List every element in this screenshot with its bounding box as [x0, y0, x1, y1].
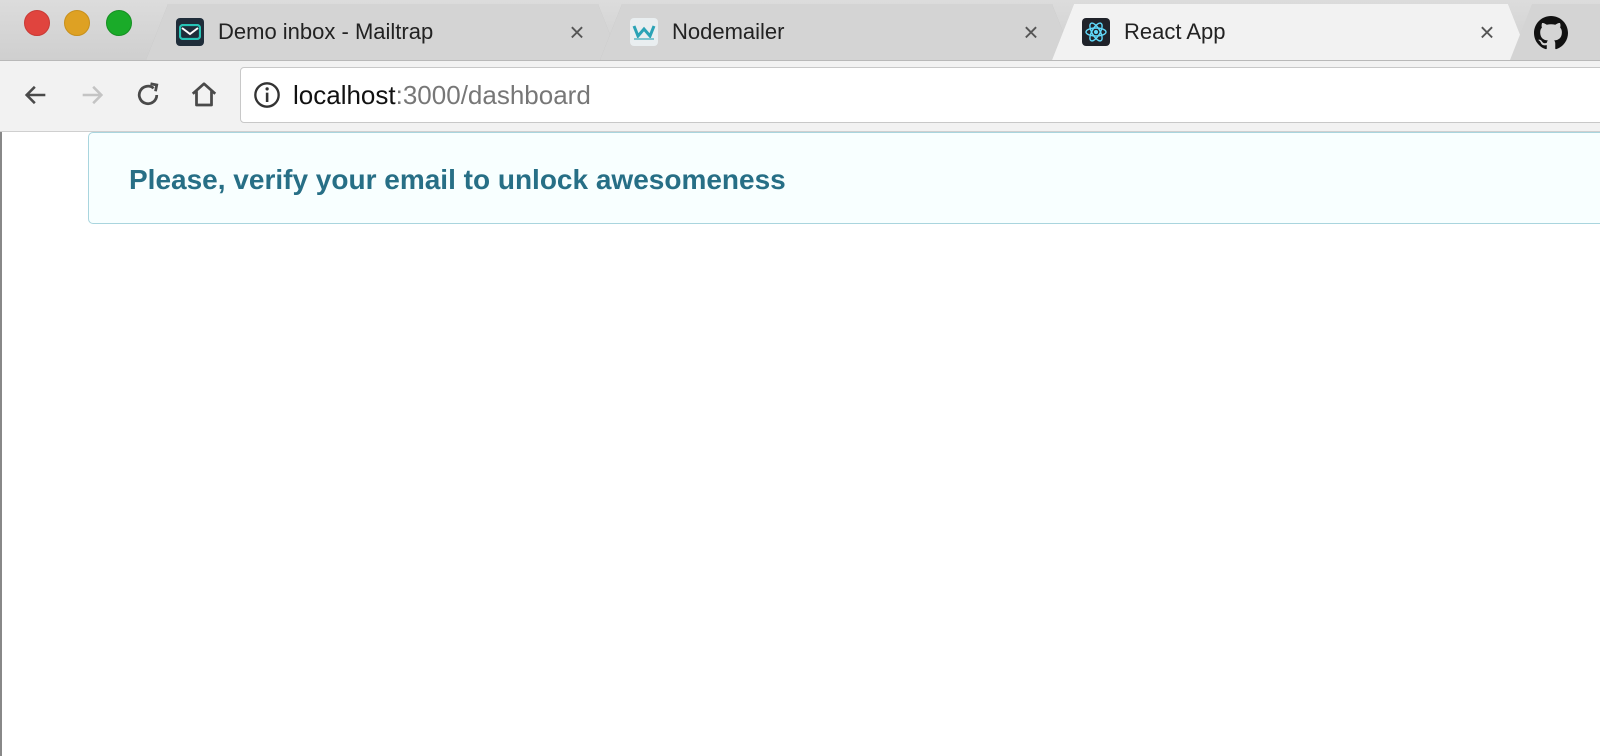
tab-title: React App — [1124, 19, 1226, 44]
url-path: :3000/dashboard — [395, 80, 591, 110]
react-icon — [1082, 18, 1110, 46]
close-tab-icon[interactable]: × — [564, 19, 590, 45]
tab-github[interactable] — [1510, 4, 1600, 60]
reload-button[interactable] — [128, 75, 168, 115]
alert-message: Please, verify your email to unlock awes… — [129, 164, 786, 195]
tab-title: Demo inbox - Mailtrap — [218, 19, 434, 44]
home-icon — [191, 82, 217, 107]
tab-nodemailer[interactable]: Nodemailer × — [600, 4, 1074, 60]
mailtrap-icon — [176, 18, 204, 46]
close-tab-icon[interactable]: × — [1474, 19, 1500, 45]
minimize-window-button[interactable] — [64, 10, 90, 36]
nodemailer-icon — [630, 18, 658, 46]
close-tab-icon[interactable]: × — [1018, 19, 1044, 45]
address-bar[interactable]: localhost:3000/dashboard — [240, 67, 1600, 123]
back-button[interactable] — [16, 75, 56, 115]
arrow-right-icon — [82, 85, 104, 105]
arrow-left-icon — [24, 85, 46, 105]
home-button[interactable] — [184, 75, 224, 115]
github-icon — [1534, 16, 1568, 50]
page-viewport: Please, verify your email to unlock awes… — [0, 132, 1600, 756]
url-text: localhost:3000/dashboard — [293, 81, 591, 109]
info-icon[interactable] — [253, 81, 281, 109]
tab-title: Nodemailer — [672, 19, 785, 44]
tab-strip: Demo inbox - Mailtrap × Nodemailer × Rea… — [0, 0, 1600, 61]
forward-button[interactable] — [72, 75, 112, 115]
verify-email-alert: Please, verify your email to unlock awes… — [88, 132, 1600, 224]
tab-mailtrap[interactable]: Demo inbox - Mailtrap × — [146, 4, 620, 60]
browser-toolbar: localhost:3000/dashboard — [0, 61, 1600, 132]
reload-icon — [137, 82, 159, 106]
zoom-window-button[interactable] — [106, 10, 132, 36]
url-host: localhost — [293, 80, 396, 110]
tab-react-app[interactable]: React App × — [1052, 4, 1530, 60]
close-window-button[interactable] — [24, 10, 50, 36]
